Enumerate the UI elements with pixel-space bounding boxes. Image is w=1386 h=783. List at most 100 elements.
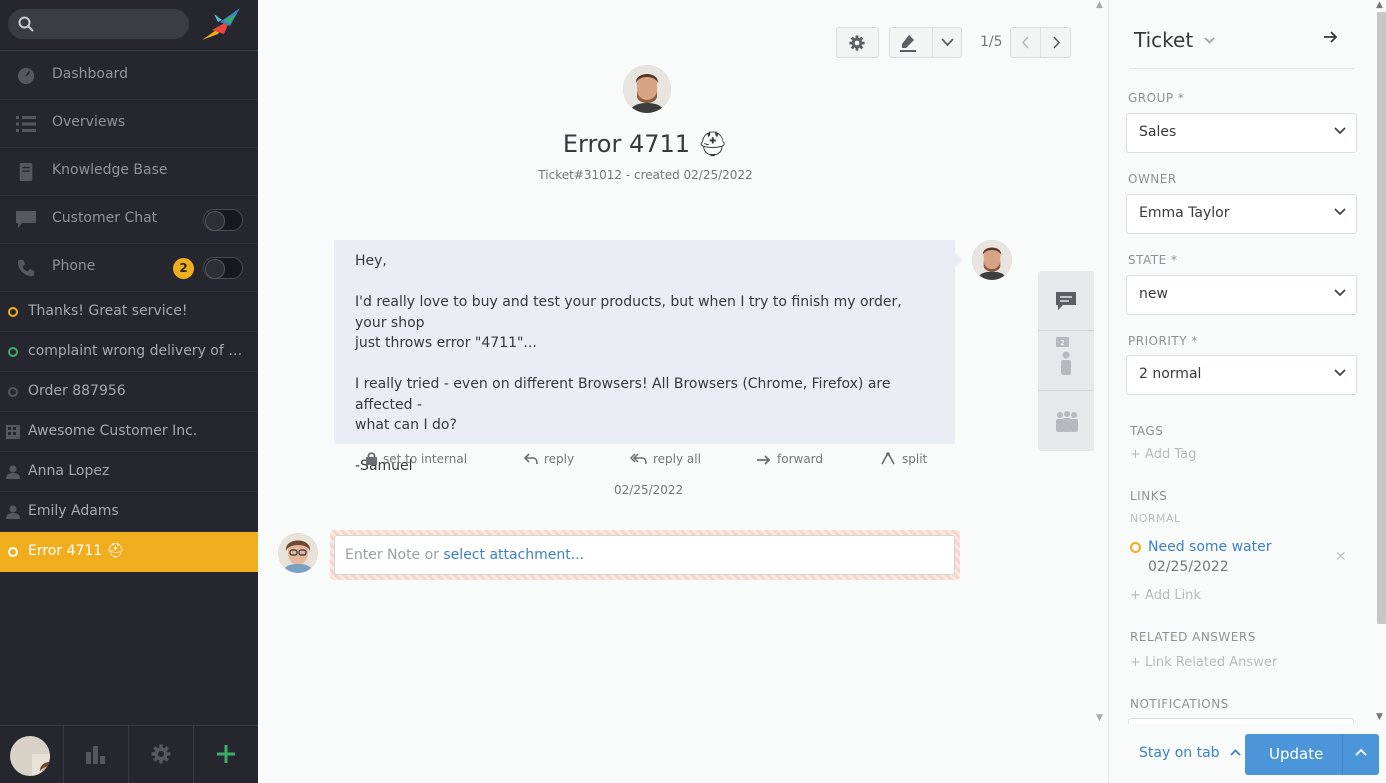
group-label: GROUP * [1128,91,1185,105]
phone-toggle[interactable] [203,257,243,279]
agent-avatar [278,533,318,573]
panel-scrollbar[interactable]: ▲ ▼ [1373,0,1386,722]
macro-button[interactable] [889,27,962,58]
gear-icon [849,35,865,51]
ticket-zoom: 1/5 Error 4711 ⛑ Ticket#31012 - created … [258,0,1108,783]
task-item-active[interactable]: Error 4711 ⛑ [0,532,258,572]
action-label: reply all [653,452,701,466]
phone-icon [17,259,35,277]
links-label: LINKS [1130,489,1168,503]
nav-overviews[interactable]: Overviews [0,100,258,148]
dashboard-icon [17,67,35,85]
chevron-left-icon [1021,36,1029,49]
related-answers-label: RELATED ANSWERS [1130,630,1256,644]
task-item[interactable]: Emily Adams [0,492,258,532]
prev-button[interactable] [1011,28,1041,57]
priority-select[interactable]: 2 normal [1126,355,1357,395]
article-body: Hey, I'd really love to buy and test you… [334,240,963,474]
nav-phone[interactable]: Phone 2 [0,244,258,292]
divider [1129,68,1354,69]
chevron-down-icon [1334,289,1346,297]
person-icon [6,465,20,479]
task-item[interactable]: complaint wrong delivery of order [0,332,258,372]
chat-icon [16,211,36,228]
customer-avatar[interactable] [623,65,671,113]
ticket-settings-button[interactable] [836,27,879,58]
chevron-down-icon[interactable] [941,38,954,47]
linked-ticket[interactable]: Need some water [1148,539,1271,555]
scroll-thumb[interactable] [1377,12,1386,624]
lock-icon [366,452,377,465]
group-select[interactable]: Sales [1126,113,1357,153]
note-input[interactable]: Enter Note or select attachment... [334,535,955,575]
state-value: new [1139,286,1168,302]
link-related-answer[interactable]: + Link Related Answer [1130,655,1277,670]
article-paragraph: Hey, [355,253,387,269]
set-internal-action[interactable]: set to internal [366,452,467,466]
sidebar-bottom [0,725,258,783]
user-menu[interactable] [0,726,64,783]
gear-icon [151,744,171,764]
task-item[interactable]: Thanks! Great service! [0,292,258,332]
stay-on-tab-button[interactable]: Stay on tab [1139,745,1241,761]
tab-organization[interactable] [1038,391,1094,451]
reply-action[interactable]: reply [523,452,574,466]
nav-dashboard[interactable]: Dashboard [0,52,258,100]
new-ticket-button[interactable] [194,726,258,783]
author-avatar[interactable] [972,240,1012,280]
task-item[interactable]: Order 887956 [0,372,258,412]
collapse-arrow-icon[interactable] [1324,31,1338,43]
pager-nav [1010,27,1071,58]
task-item[interactable]: Awesome Customer Inc. [0,412,258,452]
action-label: split [902,452,928,466]
state-label: STATE * [1128,253,1178,267]
select-attachment-link[interactable]: select attachment... [443,547,584,563]
reply-all-action[interactable]: reply all [629,452,701,466]
person-icon [6,505,20,519]
reports-button[interactable] [64,726,129,783]
owner-select[interactable]: Emma Taylor [1126,194,1357,234]
nav-label: Dashboard [52,66,128,82]
settings-button[interactable] [129,726,194,783]
chevron-down-icon [1203,37,1215,44]
chevron-up-icon[interactable] [1355,748,1367,756]
forward-action[interactable]: forward [757,452,823,466]
remove-link-icon[interactable]: ✕ [1335,549,1347,565]
notifications-field[interactable] [1128,718,1354,724]
search-input[interactable] [8,9,189,39]
nav-label: Knowledge Base [52,162,168,178]
divider [1342,734,1343,775]
task-label: Anna Lopez [28,463,110,479]
logo-icon[interactable] [200,6,244,42]
panel-title[interactable]: Ticket [1134,28,1215,52]
split-action[interactable]: split [880,452,927,466]
state-select[interactable]: new [1126,275,1357,315]
tab-customer[interactable]: 2 [1038,331,1094,391]
status-icon [8,387,18,397]
panel-title-text: Ticket [1134,28,1194,52]
priority-label: PRIORITY * [1128,334,1198,348]
chevron-down-icon [1334,127,1346,135]
scroll-up-icon[interactable]: ▲ [1376,0,1383,10]
building-icon [6,425,20,439]
nav-customer-chat[interactable]: Customer Chat [0,196,258,244]
next-button[interactable] [1041,28,1071,57]
nav-knowledge-base[interactable]: Knowledge Base [0,148,258,196]
chat-toggle[interactable] [203,209,243,231]
article-date: 02/25/2022 [614,483,684,497]
scroll-up-icon[interactable]: ▲ [1096,0,1103,10]
chevron-right-icon [1053,36,1061,49]
chat-bubble-icon [1056,292,1076,310]
task-item[interactable]: Anna Lopez [0,452,258,492]
chevron-up-icon [1230,749,1241,756]
ticket-title[interactable]: Error 4711 ⛑ [258,130,1033,158]
scroll-down-icon[interactable]: ▼ [1376,712,1383,722]
search-icon [18,16,34,32]
tab-articles[interactable] [1038,271,1094,331]
phone-badge: 2 [173,258,194,279]
add-tag-link[interactable]: + Add Tag [1130,447,1196,462]
scroll-down-icon[interactable]: ▼ [1096,713,1103,723]
add-link[interactable]: + Add Link [1130,588,1201,603]
note-area: Enter Note or select attachment... [330,530,960,580]
update-button[interactable]: Update [1245,734,1379,775]
